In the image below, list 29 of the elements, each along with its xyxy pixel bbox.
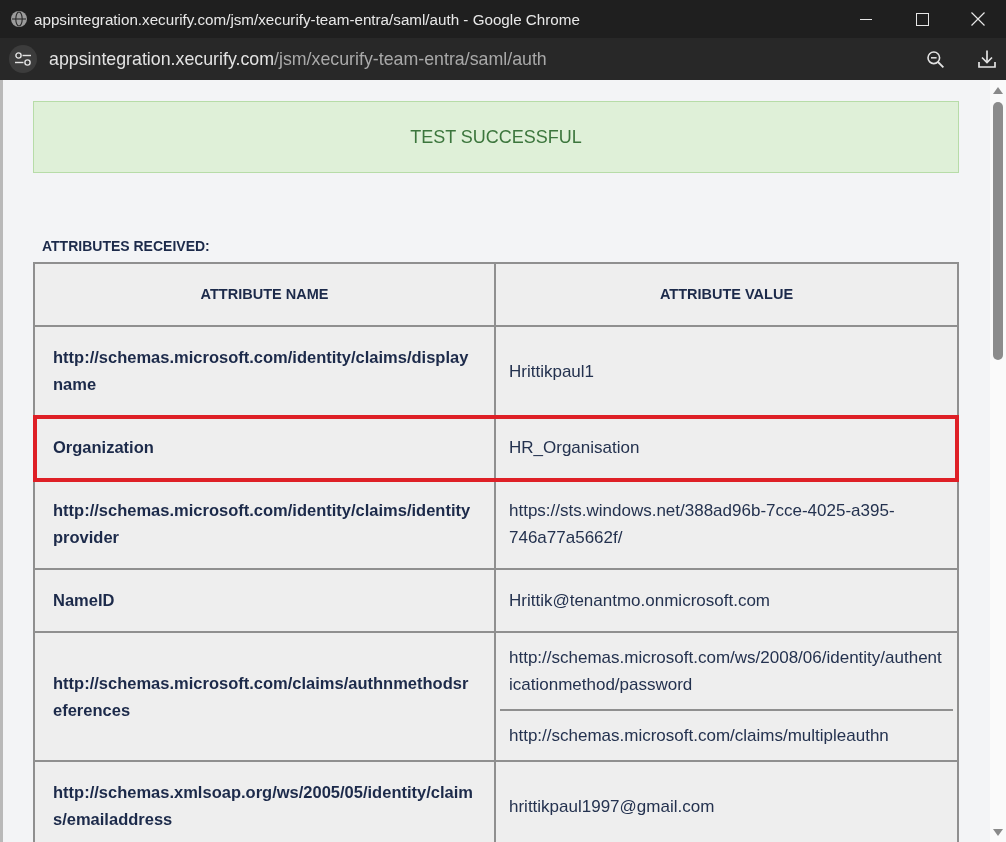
- attribute-value-cell-text: Hrittikpaul1: [508, 360, 596, 383]
- maximize-icon: [915, 12, 929, 26]
- attribute-value-cell-text: Hrittik@tenantmo.onmicrosoft.com: [508, 590, 771, 612]
- site-info-button[interactable]: [9, 45, 37, 73]
- scrollbar[interactable]: [990, 80, 1006, 842]
- attribute-value-cell: http://schemas.microsoft.com/claims/multipleauthn: [500, 709, 953, 760]
- column-header: ATTRIBUTE NAME: [35, 264, 496, 325]
- section-title: ATTRIBUTES RECEIVED:: [41, 237, 211, 255]
- column-header: ATTRIBUTE VALUE: [658, 285, 795, 304]
- minimize-icon: [860, 18, 872, 20]
- close-icon: [971, 12, 985, 26]
- zoom-out-icon: [926, 50, 944, 68]
- attribute-value-cell-text: https://sts.windows.net/388ad96b-7cce-4025-a395-746a77a5662f/: [508, 500, 896, 549]
- attribute-name-cell: Organization: [35, 417, 496, 478]
- down-arrow-icon[interactable]: [993, 829, 1003, 836]
- attribute-name-cell: NameID: [35, 570, 496, 631]
- scrollbar-thumb[interactable]: [993, 102, 1003, 360]
- globe-icon: [11, 11, 27, 27]
- success-banner: TEST SUCCESSFUL: [33, 101, 959, 173]
- attribute-value-cell-text: http://schemas.microsoft.com/ws/2008/06/identity/authenticationmethod/password: [508, 647, 943, 696]
- attribute-value-cell-text: hrittikpaul1997@gmail.com: [508, 795, 716, 818]
- attribute-name-cell: http://schemas.xmlsoap.org/ws/2005/05/identity/claims/emailaddress: [35, 762, 496, 842]
- attribute-name-cell: http://schemas.microsoft.com/identity/claims/identityprovider: [35, 480, 496, 568]
- attribute-value-cell-text: HR_Organisation: [508, 437, 641, 459]
- download-icon: [978, 50, 996, 68]
- window-title: appsintegration.xecurify.com/jsm/xecurify-team-entra/saml/auth - Google Chrome: [34, 10, 580, 28]
- attribute-name-cell: http://schemas.microsoft.com/claims/authnmethodsreferences: [35, 633, 496, 760]
- up-arrow-icon[interactable]: [993, 87, 1003, 94]
- sliders-icon: [15, 52, 31, 66]
